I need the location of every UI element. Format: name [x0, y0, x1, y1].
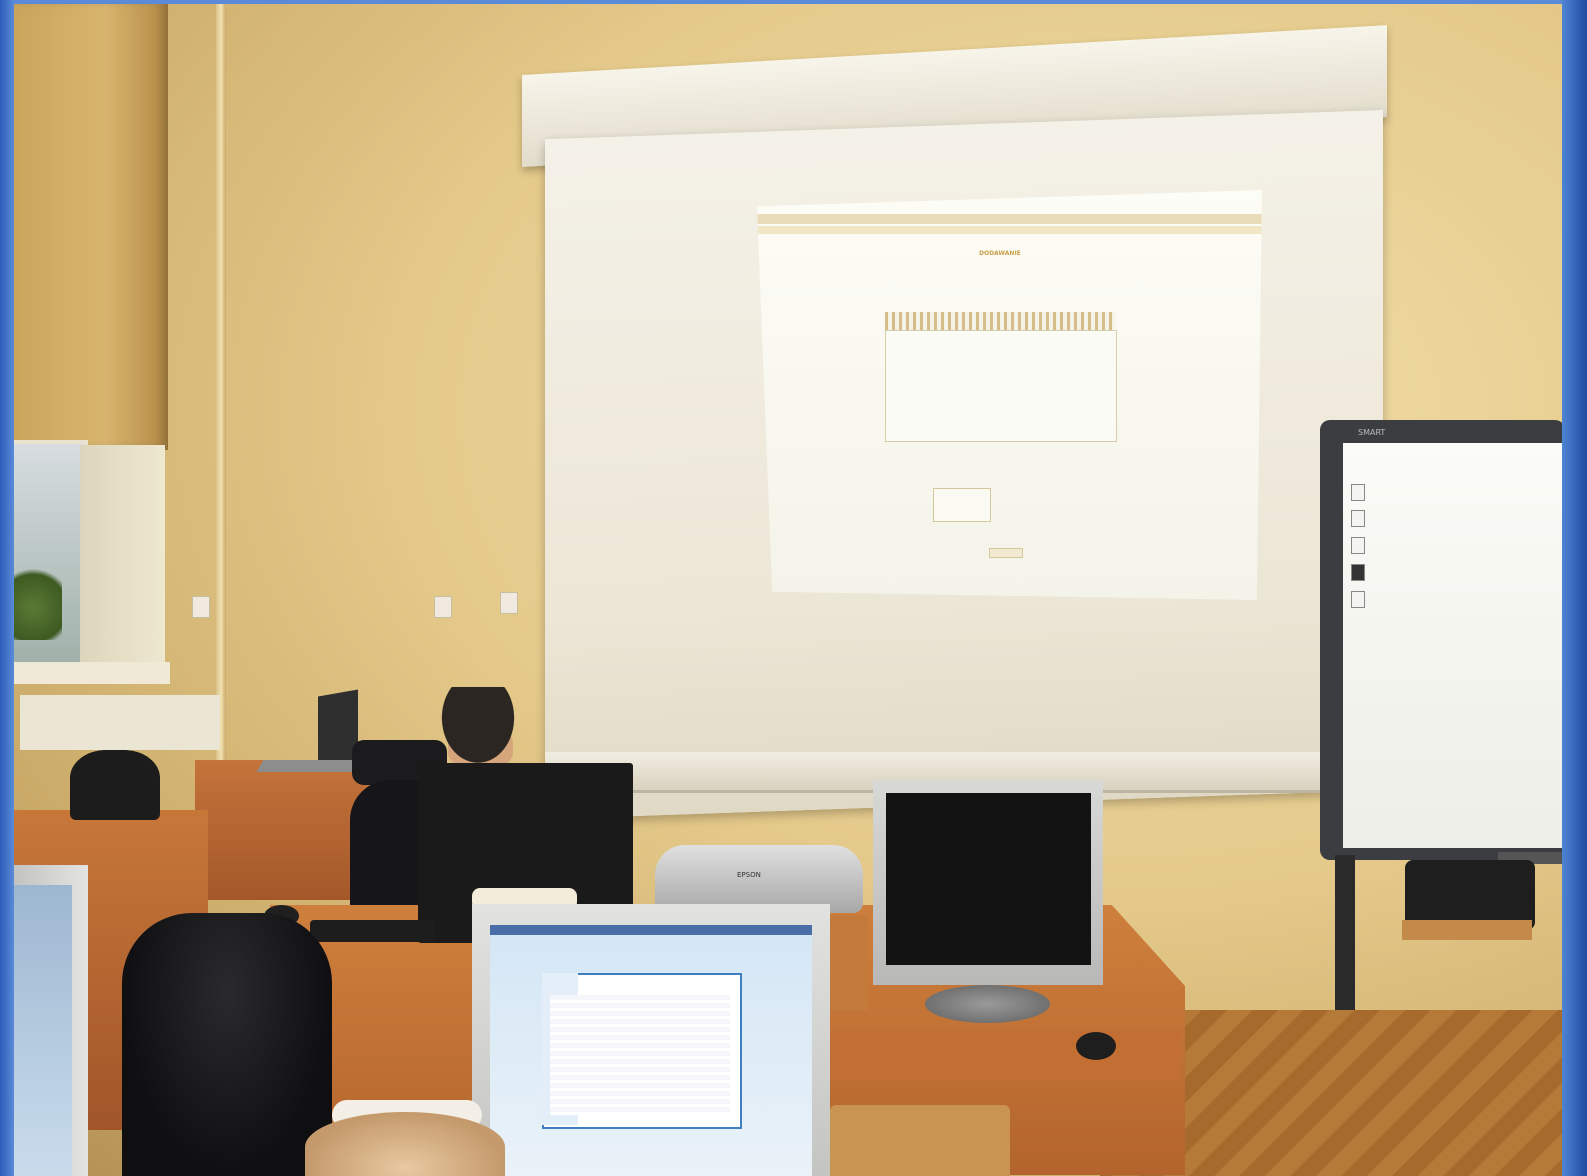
window-sill: [10, 662, 170, 684]
laptop-base: [256, 760, 359, 772]
projector-stand: [826, 915, 868, 1010]
projected-toolbar: [757, 214, 1262, 224]
projector-brand: EPSON: [737, 871, 761, 879]
monitor-front-screen: [490, 925, 812, 1176]
wall-socket: [192, 596, 210, 618]
monitor-right-screen: [886, 793, 1091, 965]
projected-address-bar: [757, 226, 1262, 234]
wooden-chair: [830, 1105, 1010, 1176]
tree-through-window: [14, 560, 62, 640]
office-chair: [122, 913, 332, 1176]
radiator-cover: [20, 695, 220, 750]
projected-page-title: DODAWANIE: [979, 250, 1021, 257]
monitor-right-base: [925, 985, 1050, 1023]
wall-socket: [500, 592, 518, 614]
keyboard: [310, 920, 435, 942]
projector: EPSON: [655, 845, 863, 913]
file-list: [550, 995, 730, 1115]
classroom-photo: DODAWANIE SMART EPSON: [0, 0, 1587, 1176]
frame-right: [1562, 0, 1587, 1176]
wall-socket: [434, 596, 452, 618]
projected-list-box: [933, 488, 991, 522]
projected-text-area: [885, 330, 1117, 442]
page-dark-icon: [1351, 564, 1365, 581]
file-icon: [1351, 510, 1365, 527]
monitor-left-screen: [12, 885, 72, 1176]
chair-seat-right: [1402, 920, 1532, 940]
whiteboard-surface: [1343, 443, 1565, 848]
bag: [70, 750, 160, 820]
wall-pipe: [216, 0, 226, 760]
file-icon: [1351, 484, 1365, 501]
mouse: [1076, 1032, 1116, 1060]
person-hair: [432, 687, 524, 775]
desk-front-edge: [830, 1030, 1180, 1080]
window-blind: [10, 0, 168, 450]
window-recess: [80, 445, 165, 665]
page-icon: [1351, 537, 1365, 554]
whiteboard-brand: SMART: [1358, 428, 1386, 437]
desktop-taskbar: [490, 925, 812, 935]
projected-button: [989, 548, 1023, 558]
projected-web-page: DODAWANIE: [757, 190, 1262, 600]
student-head: [305, 1112, 505, 1176]
frame-top: [0, 0, 1587, 4]
projected-editor-toolbar: [885, 312, 1115, 330]
frame-left: [0, 0, 14, 1176]
checkbox-icon: [1351, 591, 1365, 608]
